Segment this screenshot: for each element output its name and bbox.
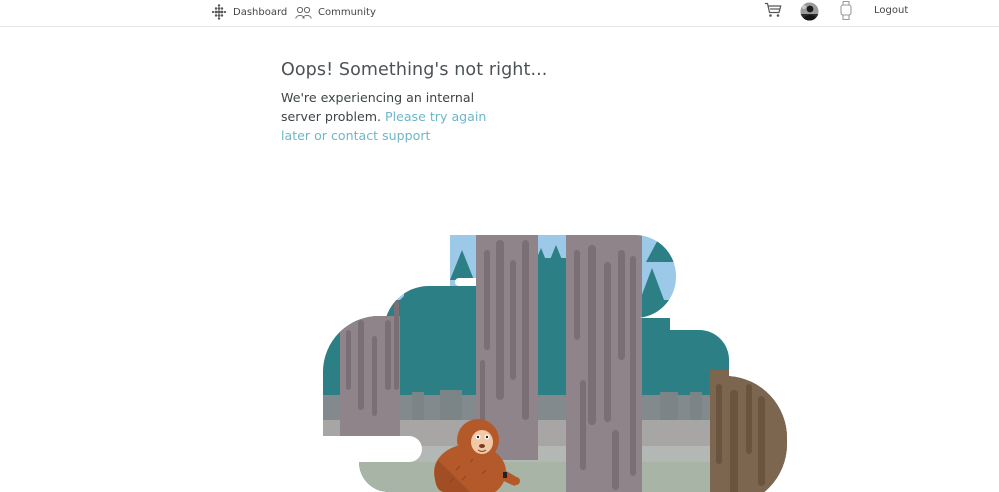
forest-bigfoot-illustration (323, 235, 787, 492)
